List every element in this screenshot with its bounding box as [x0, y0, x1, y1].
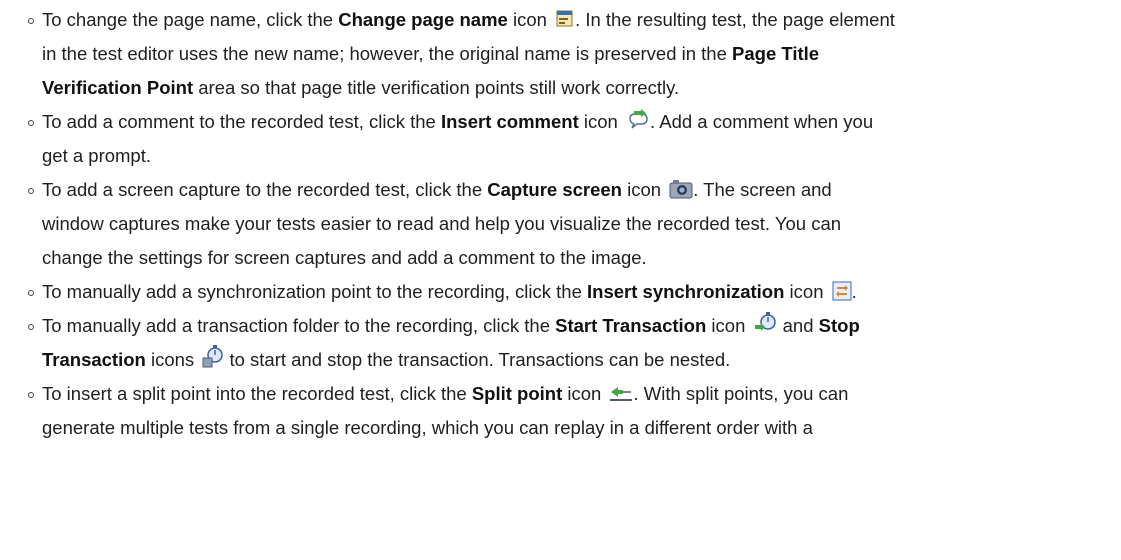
document-page: To change the page name, click the Chang… — [0, 0, 1121, 560]
text-run: To manually add a synchronization point … — [42, 281, 588, 302]
text-run: icon — [562, 383, 607, 404]
text-run: generate multiple tests from a single re… — [42, 417, 813, 438]
text-run: icon — [784, 281, 829, 302]
text-run: icon — [706, 315, 751, 336]
text-run: change the settings for screen captures … — [42, 247, 647, 268]
text-line: To change the page name, click the Chang… — [42, 3, 1121, 37]
insert-comment-icon — [626, 109, 650, 131]
list-item-transaction: To manually add a transaction folder to … — [0, 309, 1121, 377]
list-item-insert-comment: To add a comment to the recorded test, c… — [0, 105, 1121, 173]
bold-term: Change page name — [338, 9, 508, 30]
text-line: To insert a split point into the recorde… — [42, 377, 1121, 411]
text-line: To manually add a synchronization point … — [42, 275, 1121, 309]
list-item-change-page-name: To change the page name, click the Chang… — [0, 3, 1121, 105]
bold-term: Capture screen — [487, 179, 622, 200]
bold-term: Transaction — [42, 349, 146, 370]
bold-term: Stop — [818, 315, 860, 336]
text-run: to start and stop the transaction. Trans… — [224, 349, 731, 370]
text-run: To add a comment to the recorded test, c… — [42, 111, 441, 132]
text-run: icon — [578, 111, 623, 132]
text-run: To add a screen capture to the recorded … — [42, 179, 488, 200]
text-run: area so that page title verification poi… — [193, 77, 680, 98]
text-line: To manually add a transaction folder to … — [42, 309, 1121, 343]
text-line: Verification Point area so that page tit… — [42, 71, 1121, 105]
text-run: icon — [507, 9, 553, 30]
text-run: To change the page name, click the — [42, 9, 339, 30]
start-transaction-icon — [754, 311, 778, 335]
text-line: Transaction icons to start and stop the … — [42, 343, 1121, 377]
text-run: To insert a split point into the recorde… — [42, 383, 472, 404]
bold-term: Insert comment — [440, 111, 579, 132]
text-run: To manually add a transaction folder to … — [42, 315, 556, 336]
text-run: . With split points, you can — [633, 383, 849, 404]
option-list: To change the page name, click the Chang… — [0, 3, 1121, 445]
list-item-insert-synchronization: To manually add a synchronization point … — [0, 275, 1121, 309]
text-line: get a prompt. — [42, 139, 1121, 173]
text-run: get a prompt. — [42, 145, 152, 166]
text-run: and — [777, 315, 819, 336]
text-line: in the test editor uses the new name; ho… — [42, 37, 1121, 71]
list-item-capture-screen: To add a screen capture to the recorded … — [0, 173, 1121, 275]
text-run: . In the resulting test, the page elemen… — [575, 9, 895, 30]
text-line: change the settings for screen captures … — [42, 241, 1121, 275]
text-run: . — [851, 281, 857, 302]
text-run: icon — [621, 179, 667, 200]
bold-term: Insert synchronization — [587, 281, 785, 302]
bold-term: Split point — [471, 383, 563, 404]
stop-transaction-icon — [202, 345, 224, 369]
list-item-split-point: To insert a split point into the recorde… — [0, 377, 1121, 445]
text-line: generate multiple tests from a single re… — [42, 411, 1121, 445]
change-page-name-icon — [555, 9, 575, 29]
text-line: To add a screen capture to the recorded … — [42, 173, 1121, 207]
text-run: in the test editor uses the new name; ho… — [42, 43, 733, 64]
text-run: window captures make your tests easier t… — [42, 213, 842, 234]
bold-term: Start Transaction — [555, 315, 707, 336]
split-point-icon — [609, 385, 633, 403]
text-run: icons — [145, 349, 200, 370]
bold-term: Page Title — [732, 43, 820, 64]
insert-synchronization-icon — [832, 281, 852, 301]
bold-term: Verification Point — [42, 77, 194, 98]
text-run: . The screen and — [693, 179, 832, 200]
text-line: To add a comment to the recorded test, c… — [42, 105, 1121, 139]
camera-icon — [669, 179, 693, 199]
text-run: . Add a comment when you — [649, 111, 874, 132]
text-line: window captures make your tests easier t… — [42, 207, 1121, 241]
